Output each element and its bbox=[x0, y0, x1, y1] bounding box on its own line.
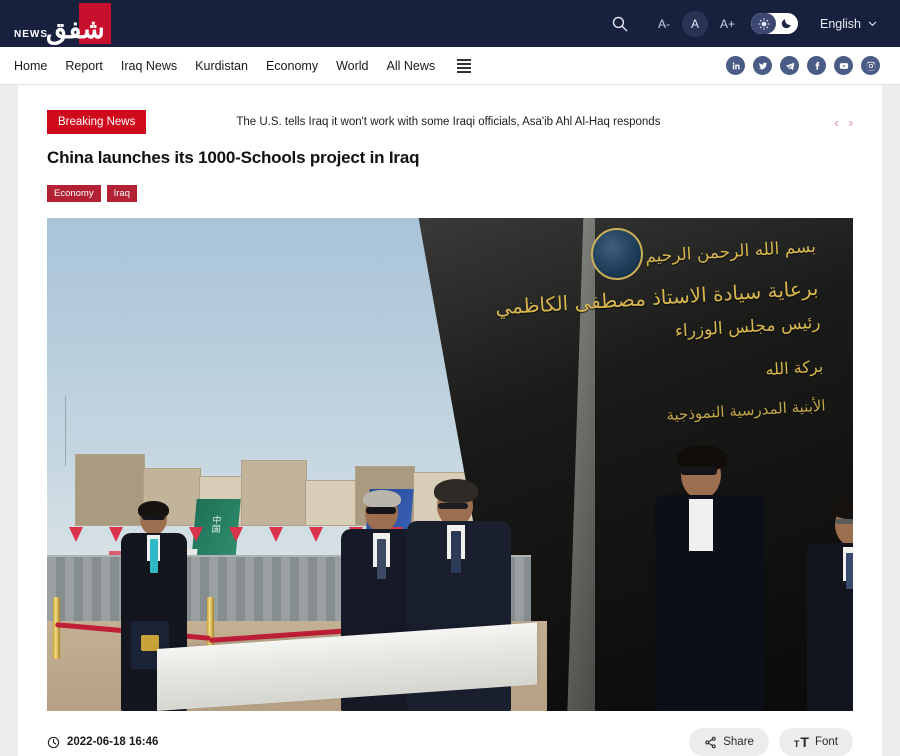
telegram-icon[interactable] bbox=[780, 56, 799, 75]
article-timestamp: 2022-06-18 16:46 bbox=[47, 736, 158, 749]
nav-item-kurdistan[interactable]: Kurdistan bbox=[195, 59, 248, 73]
chevron-down-icon bbox=[868, 21, 877, 26]
main-navigation: Home Report Iraq News Kurdistan Economy … bbox=[0, 47, 900, 85]
font-decrease-button[interactable]: A- bbox=[658, 17, 670, 31]
nav-item-all-news[interactable]: All News bbox=[387, 59, 436, 73]
timestamp-text: 2022-06-18 16:46 bbox=[67, 736, 159, 748]
photo-person-right bbox=[655, 445, 765, 711]
facebook-icon[interactable] bbox=[807, 56, 826, 75]
monument-inscription: بسم الله الرحمن الرحيم برعاية سيادة الاس… bbox=[412, 231, 826, 445]
article-card: Breaking News The U.S. tells Iraq it won… bbox=[18, 85, 882, 756]
twitter-icon[interactable] bbox=[753, 56, 772, 75]
site-logo[interactable]: NEWS شفق bbox=[14, 0, 111, 47]
font-label: Font bbox=[814, 736, 838, 748]
page-title: China launches its 1000-Schools project … bbox=[47, 148, 420, 167]
nav-item-report[interactable]: Report bbox=[65, 59, 103, 73]
language-selector[interactable]: English bbox=[820, 17, 878, 31]
theme-toggle[interactable] bbox=[751, 13, 798, 34]
text-size-icon: TT bbox=[793, 734, 809, 750]
breaking-next-button[interactable]: › bbox=[849, 115, 853, 130]
font-normal-button[interactable]: A bbox=[681, 10, 708, 37]
breaking-news-arrows: ‹ › bbox=[834, 115, 853, 130]
logo-arabic-text: شفق bbox=[46, 14, 106, 44]
nav-links: Home Report Iraq News Kurdistan Economy … bbox=[14, 58, 472, 73]
instagram-icon[interactable] bbox=[861, 56, 880, 75]
top-bar: NEWS شفق A- A A+ English bbox=[0, 0, 900, 47]
nav-item-home[interactable]: Home bbox=[14, 59, 47, 73]
font-button[interactable]: TT Font bbox=[778, 728, 853, 756]
nav-item-economy[interactable]: Economy bbox=[266, 59, 318, 73]
breaking-news-bar: Breaking News The U.S. tells Iraq it won… bbox=[47, 85, 853, 140]
breaking-news-headline[interactable]: The U.S. tells Iraq it won't work with s… bbox=[236, 116, 660, 128]
photo-person-far-right bbox=[807, 497, 853, 711]
share-label: Share bbox=[723, 736, 754, 748]
article-photo: 中国 بسم الله الرحمن الرحيم برعاية سيادة ا… bbox=[47, 218, 853, 711]
moon-icon bbox=[780, 17, 793, 30]
social-links bbox=[726, 56, 880, 75]
article-tags: Economy Iraq bbox=[47, 185, 853, 202]
sun-icon bbox=[751, 13, 776, 34]
breaking-news-label: Breaking News bbox=[47, 110, 147, 134]
tag-economy[interactable]: Economy bbox=[47, 185, 101, 202]
nav-item-world[interactable]: World bbox=[336, 59, 368, 73]
share-button[interactable]: Share bbox=[689, 728, 769, 756]
youtube-icon[interactable] bbox=[834, 56, 853, 75]
clock-icon bbox=[47, 736, 60, 748]
breaking-prev-button[interactable]: ‹ bbox=[834, 115, 838, 130]
font-increase-button[interactable]: A+ bbox=[720, 17, 735, 31]
nav-item-iraq-news[interactable]: Iraq News bbox=[121, 59, 177, 73]
top-bar-controls: A- A A+ English bbox=[600, 4, 878, 44]
linkedin-icon[interactable] bbox=[726, 56, 745, 75]
language-label: English bbox=[820, 16, 861, 31]
logo-news-text: NEWS bbox=[14, 29, 48, 40]
font-size-controls: A- A A+ bbox=[658, 10, 735, 37]
tag-iraq[interactable]: Iraq bbox=[106, 185, 137, 202]
article-actions: Share TT Font bbox=[689, 728, 853, 756]
share-nodes-icon bbox=[705, 736, 716, 748]
hamburger-menu-icon[interactable] bbox=[457, 58, 472, 73]
article-meta-bar: 2022-06-18 16:46 Share TT Font bbox=[47, 719, 853, 756]
search-icon[interactable] bbox=[600, 4, 640, 44]
